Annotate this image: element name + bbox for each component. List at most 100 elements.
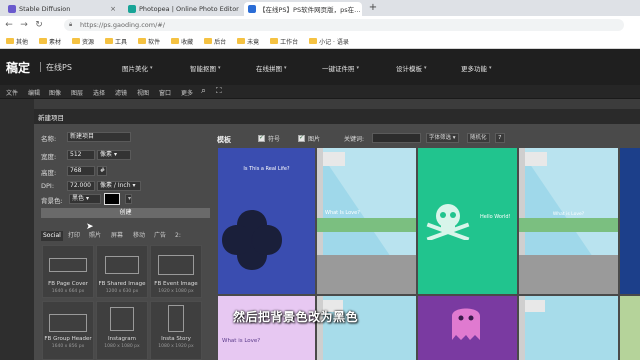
- nav-item[interactable]: 图片美化 ▾: [122, 63, 153, 73]
- chevron-down-icon: ▾: [356, 65, 360, 71]
- image-placeholder-band: [317, 255, 416, 294]
- menu-layer[interactable]: 图层: [71, 88, 83, 97]
- image-placeholder-band: [519, 218, 618, 232]
- dialog-title: 新建项目: [34, 109, 640, 124]
- bookmark-item[interactable]: 软件: [138, 37, 160, 46]
- name-label: 名称:: [41, 135, 57, 143]
- menu-select[interactable]: 选择: [93, 88, 105, 97]
- filter-image-checkbox[interactable]: 图片: [298, 134, 320, 143]
- reload-icon[interactable]: ↻: [33, 19, 45, 31]
- logo-divider: [40, 62, 41, 72]
- new-tab-button[interactable]: +: [367, 2, 379, 14]
- bookmark-item[interactable]: 未竟: [237, 37, 259, 46]
- bookmark-item[interactable]: 素材: [39, 37, 61, 46]
- folder-icon: [270, 38, 279, 44]
- preset-card[interactable]: FB Group Header 1640 x 856 px: [42, 301, 94, 360]
- menu-more[interactable]: 更多: [181, 88, 193, 97]
- checkbox-icon: [298, 134, 305, 142]
- width-input[interactable]: 512: [67, 150, 95, 160]
- preset-tab-ratio[interactable]: 2:: [173, 231, 183, 241]
- logo-subtitle: 在线PS: [46, 63, 72, 72]
- template-caption: What Is Love?: [325, 210, 360, 216]
- menu-view[interactable]: 视图: [137, 88, 149, 97]
- bookmark-item[interactable]: 收藏: [171, 37, 193, 46]
- template-card[interactable]: What is Love?: [218, 296, 315, 360]
- menu-edit[interactable]: 编辑: [28, 88, 40, 97]
- bookmark-item[interactable]: 后台: [204, 37, 226, 46]
- browser-tab[interactable]: Photopea | Online Photo Editor ×: [124, 2, 240, 16]
- preset-card[interactable]: FB Page Cover 1640 x 664 px: [42, 245, 94, 298]
- favicon-icon: [8, 5, 16, 13]
- forward-icon[interactable]: →: [18, 19, 30, 31]
- browser-tab[interactable]: Stable Diffusion ×: [4, 2, 120, 16]
- preset-card[interactable]: Instagram 1080 x 1080 px: [96, 301, 148, 360]
- width-unit-select[interactable]: 像素 ▾: [97, 150, 131, 160]
- template-card[interactable]: [519, 296, 618, 360]
- preset-shape: [105, 256, 139, 274]
- folder-icon: [105, 38, 114, 44]
- dpi-input[interactable]: 72.000: [67, 181, 95, 191]
- preset-tab-mobile[interactable]: 移动: [131, 231, 147, 241]
- create-button[interactable]: 创建: [41, 208, 210, 218]
- background-label: 背景色:: [41, 197, 63, 205]
- logo[interactable]: 稿定: [6, 59, 30, 76]
- randomize-button[interactable]: 随机化: [467, 133, 490, 143]
- folder-icon: [171, 38, 180, 44]
- nav-item[interactable]: 一键证件照 ▾: [322, 63, 359, 73]
- template-card[interactable]: [620, 296, 640, 360]
- missing-image-icon: [317, 296, 416, 360]
- preset-tab-screen[interactable]: 屏幕: [109, 231, 125, 241]
- preset-tab-social[interactable]: Social: [41, 231, 63, 241]
- dpi-unit-select[interactable]: 像素 / Inch ▾: [97, 181, 141, 191]
- height-unit[interactable]: #: [97, 166, 107, 176]
- folder-icon: [6, 38, 14, 44]
- color-dropdown[interactable]: ▾: [125, 194, 132, 204]
- bookmark-item[interactable]: 工具: [105, 37, 127, 46]
- tab-title: Stable Diffusion: [19, 5, 71, 13]
- name-input[interactable]: 新建项目: [67, 132, 131, 142]
- bookmark-item[interactable]: 工作台: [270, 37, 298, 46]
- keyword-input[interactable]: [372, 133, 421, 143]
- nav-item[interactable]: 更多功能 ▾: [461, 63, 492, 73]
- bookmark-item[interactable]: 小记 · 语录: [309, 37, 349, 46]
- missing-image-icon: [519, 296, 618, 360]
- template-card[interactable]: [620, 148, 640, 294]
- template-card[interactable]: [317, 296, 416, 360]
- favicon-icon: [128, 5, 136, 13]
- folder-icon: [72, 38, 81, 44]
- browser-tab-active[interactable]: 【在线PS】PS软件网页版，ps在… ×: [244, 2, 362, 16]
- template-card[interactable]: [418, 296, 517, 360]
- lock-icon: 🔒︎: [69, 21, 73, 28]
- image-placeholder-band: [317, 218, 416, 232]
- template-card[interactable]: Hello World!: [418, 148, 517, 294]
- preset-card[interactable]: Insta Story 1080 x 1920 px: [150, 301, 202, 360]
- filter-symbol-checkbox[interactable]: 符号: [258, 134, 280, 143]
- menu-file[interactable]: 文件: [6, 88, 18, 97]
- nav-item[interactable]: 在线拼图 ▾: [256, 63, 287, 73]
- search-icon[interactable]: ⌕: [201, 86, 206, 96]
- preset-card[interactable]: FB Event Image 1920 x 1080 px: [150, 245, 202, 298]
- menu-filter[interactable]: 滤镜: [115, 88, 127, 97]
- nav-item[interactable]: 智能抠图 ▾: [190, 63, 221, 73]
- url-input[interactable]: 🔒︎ https://ps.gaoding.com/#/: [64, 19, 624, 31]
- template-card[interactable]: Is This a Real Life?: [218, 148, 315, 294]
- bookmark-item[interactable]: 其他: [6, 37, 28, 46]
- preset-tab-ads[interactable]: 广告: [152, 231, 168, 241]
- preset-tab-photo[interactable]: 照片: [87, 231, 103, 241]
- preset-tab-print[interactable]: 打印: [66, 231, 82, 241]
- background-select[interactable]: 黑色 ▾: [69, 194, 101, 204]
- chevron-down-icon: ▾: [424, 65, 427, 71]
- app-header: 稿定 在线PS 图片美化 ▾ 智能抠图 ▾ 在线拼图 ▾ 一键证件照 ▾ 设计模板 ▾ 更…: [0, 49, 640, 85]
- height-input[interactable]: 768: [67, 166, 95, 176]
- fullscreen-icon[interactable]: ⛶: [216, 86, 222, 96]
- font-filter-select[interactable]: 字体筛选 ▾: [426, 133, 459, 143]
- back-icon[interactable]: ←: [3, 19, 15, 31]
- close-icon[interactable]: ×: [110, 5, 116, 13]
- bookmark-item[interactable]: 资源: [72, 37, 94, 46]
- preset-card[interactable]: FB Shared Image 1200 x 630 px: [96, 245, 148, 298]
- folder-icon: [309, 38, 318, 44]
- menu-window[interactable]: 窗口: [159, 88, 171, 97]
- menu-image[interactable]: 图像: [49, 88, 61, 97]
- nav-item[interactable]: 设计模板 ▾: [396, 63, 427, 73]
- background-color-swatch[interactable]: [104, 193, 120, 205]
